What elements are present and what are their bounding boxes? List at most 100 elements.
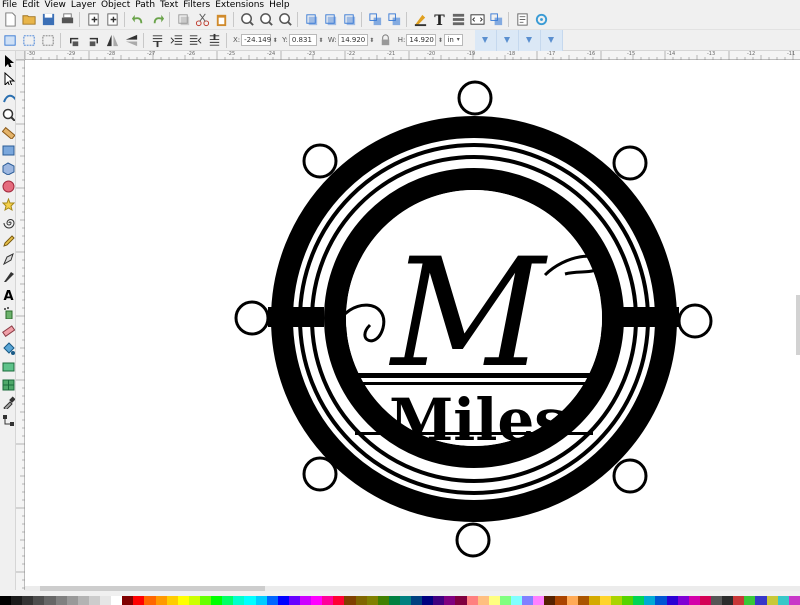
- palette-swatch[interactable]: [266, 596, 278, 605]
- palette-swatch[interactable]: [366, 596, 378, 605]
- height-field[interactable]: 14.920: [406, 34, 437, 46]
- palette-swatch[interactable]: [377, 596, 389, 605]
- menu-view[interactable]: View: [43, 0, 69, 10]
- pen-tool-icon[interactable]: [0, 249, 16, 267]
- cut-icon[interactable]: [194, 12, 210, 28]
- calligraphy-tool-icon[interactable]: [0, 267, 16, 285]
- x-spin[interactable]: ⬍: [271, 34, 279, 46]
- zoom-page-icon[interactable]: [277, 12, 293, 28]
- ellipse-tool-icon[interactable]: [0, 177, 16, 195]
- palette-swatch[interactable]: [333, 596, 345, 605]
- palette-swatch[interactable]: [244, 596, 256, 605]
- palette-swatch[interactable]: [288, 596, 300, 605]
- flip-vertical-icon[interactable]: [123, 32, 139, 48]
- vertical-ruler[interactable]: [16, 60, 25, 590]
- zoom-drawing-icon[interactable]: [258, 12, 274, 28]
- undo-icon[interactable]: [130, 12, 146, 28]
- palette-swatch[interactable]: [588, 596, 600, 605]
- monogram-letter[interactable]: M: [388, 227, 548, 401]
- lower-icon[interactable]: [168, 32, 184, 48]
- palette-swatch[interactable]: [399, 596, 412, 605]
- palette-swatch[interactable]: [111, 596, 123, 605]
- paste-icon[interactable]: [213, 12, 229, 28]
- flip-horizontal-icon[interactable]: [104, 32, 120, 48]
- palette-swatch[interactable]: [99, 596, 112, 605]
- selector-tool-icon[interactable]: [0, 51, 16, 69]
- tweak-tool-icon[interactable]: [0, 87, 16, 105]
- preferences-icon[interactable]: [533, 12, 549, 28]
- spiral-tool-icon[interactable]: [0, 213, 16, 231]
- palette-swatch[interactable]: [777, 596, 789, 605]
- palette-swatch[interactable]: [522, 596, 534, 605]
- palette-swatch[interactable]: [533, 596, 545, 605]
- star-tool-icon[interactable]: [0, 195, 16, 213]
- palette-swatch[interactable]: [0, 596, 12, 605]
- menu-path[interactable]: Path: [133, 0, 158, 10]
- palette-swatch[interactable]: [166, 596, 178, 605]
- palette-swatch[interactable]: [411, 596, 423, 605]
- rotate-ccw-icon[interactable]: [66, 32, 82, 48]
- palette-swatch[interactable]: [299, 596, 312, 605]
- palette-swatch[interactable]: [688, 596, 700, 605]
- monogram-drawing[interactable]: M Miles: [25, 60, 800, 586]
- palette-swatch[interactable]: [422, 596, 434, 605]
- xml-editor-icon[interactable]: [469, 12, 485, 28]
- palette-swatch[interactable]: [577, 596, 589, 605]
- h-spin[interactable]: ⬍: [436, 34, 444, 46]
- palette-swatch[interactable]: [655, 596, 667, 605]
- palette-swatch[interactable]: [444, 596, 456, 605]
- palette-swatch[interactable]: [144, 596, 156, 605]
- palette-swatch[interactable]: [744, 596, 756, 605]
- menu-extensions[interactable]: Extensions: [213, 0, 267, 10]
- drawing-canvas[interactable]: M Miles: [25, 60, 800, 586]
- palette-swatch[interactable]: [455, 596, 467, 605]
- palette-swatch[interactable]: [344, 596, 356, 605]
- select-all-layers-icon[interactable]: [21, 32, 37, 48]
- palette-swatch[interactable]: [22, 596, 34, 605]
- palette-swatch[interactable]: [466, 596, 478, 605]
- node-tool-icon[interactable]: [0, 69, 16, 87]
- palette-swatch[interactable]: [633, 596, 645, 605]
- mesh-tool-icon[interactable]: [0, 375, 16, 393]
- palette-swatch[interactable]: [766, 596, 778, 605]
- palette-swatch[interactable]: [722, 596, 734, 605]
- duplicate-icon[interactable]: [303, 12, 319, 28]
- palette-swatch[interactable]: [33, 596, 45, 605]
- palette-swatch[interactable]: [222, 596, 234, 605]
- export-icon[interactable]: [104, 12, 120, 28]
- rotate-cw-icon[interactable]: [85, 32, 101, 48]
- palette-swatch[interactable]: [211, 596, 223, 605]
- palette-swatch[interactable]: [666, 596, 678, 605]
- menu-text[interactable]: Text: [158, 0, 181, 10]
- menu-filters[interactable]: Filters: [181, 0, 213, 10]
- group-icon[interactable]: [367, 12, 383, 28]
- palette-swatch[interactable]: [199, 596, 212, 605]
- palette-swatch[interactable]: [66, 596, 78, 605]
- palette-swatch[interactable]: [788, 596, 800, 605]
- palette-swatch[interactable]: [499, 596, 512, 605]
- redo-icon[interactable]: [149, 12, 165, 28]
- palette-swatch[interactable]: [555, 596, 567, 605]
- palette-swatch[interactable]: [188, 596, 200, 605]
- new-doc-icon[interactable]: [2, 12, 18, 28]
- palette-swatch[interactable]: [644, 596, 656, 605]
- pencil-tool-icon[interactable]: [0, 231, 16, 249]
- palette-swatch[interactable]: [388, 596, 400, 605]
- palette-swatch[interactable]: [477, 596, 489, 605]
- palette-swatch[interactable]: [88, 596, 100, 605]
- vertical-scroll-thumb[interactable]: [796, 295, 800, 355]
- palette-swatch[interactable]: [755, 596, 767, 605]
- menu-help[interactable]: Help: [267, 0, 293, 10]
- print-icon[interactable]: [59, 12, 75, 28]
- palette-swatch[interactable]: [599, 596, 612, 605]
- w-spin[interactable]: ⬍: [368, 34, 376, 46]
- palette-swatch[interactable]: [699, 596, 711, 605]
- menu-file[interactable]: File: [0, 0, 20, 10]
- lock-proportions-icon[interactable]: [378, 32, 394, 48]
- copy-icon[interactable]: [175, 12, 191, 28]
- palette-swatch[interactable]: [355, 596, 367, 605]
- y-field[interactable]: 0.831: [288, 34, 317, 46]
- 3d-box-tool-icon[interactable]: [0, 159, 16, 177]
- spray-tool-icon[interactable]: [0, 303, 16, 321]
- palette-swatch[interactable]: [322, 596, 334, 605]
